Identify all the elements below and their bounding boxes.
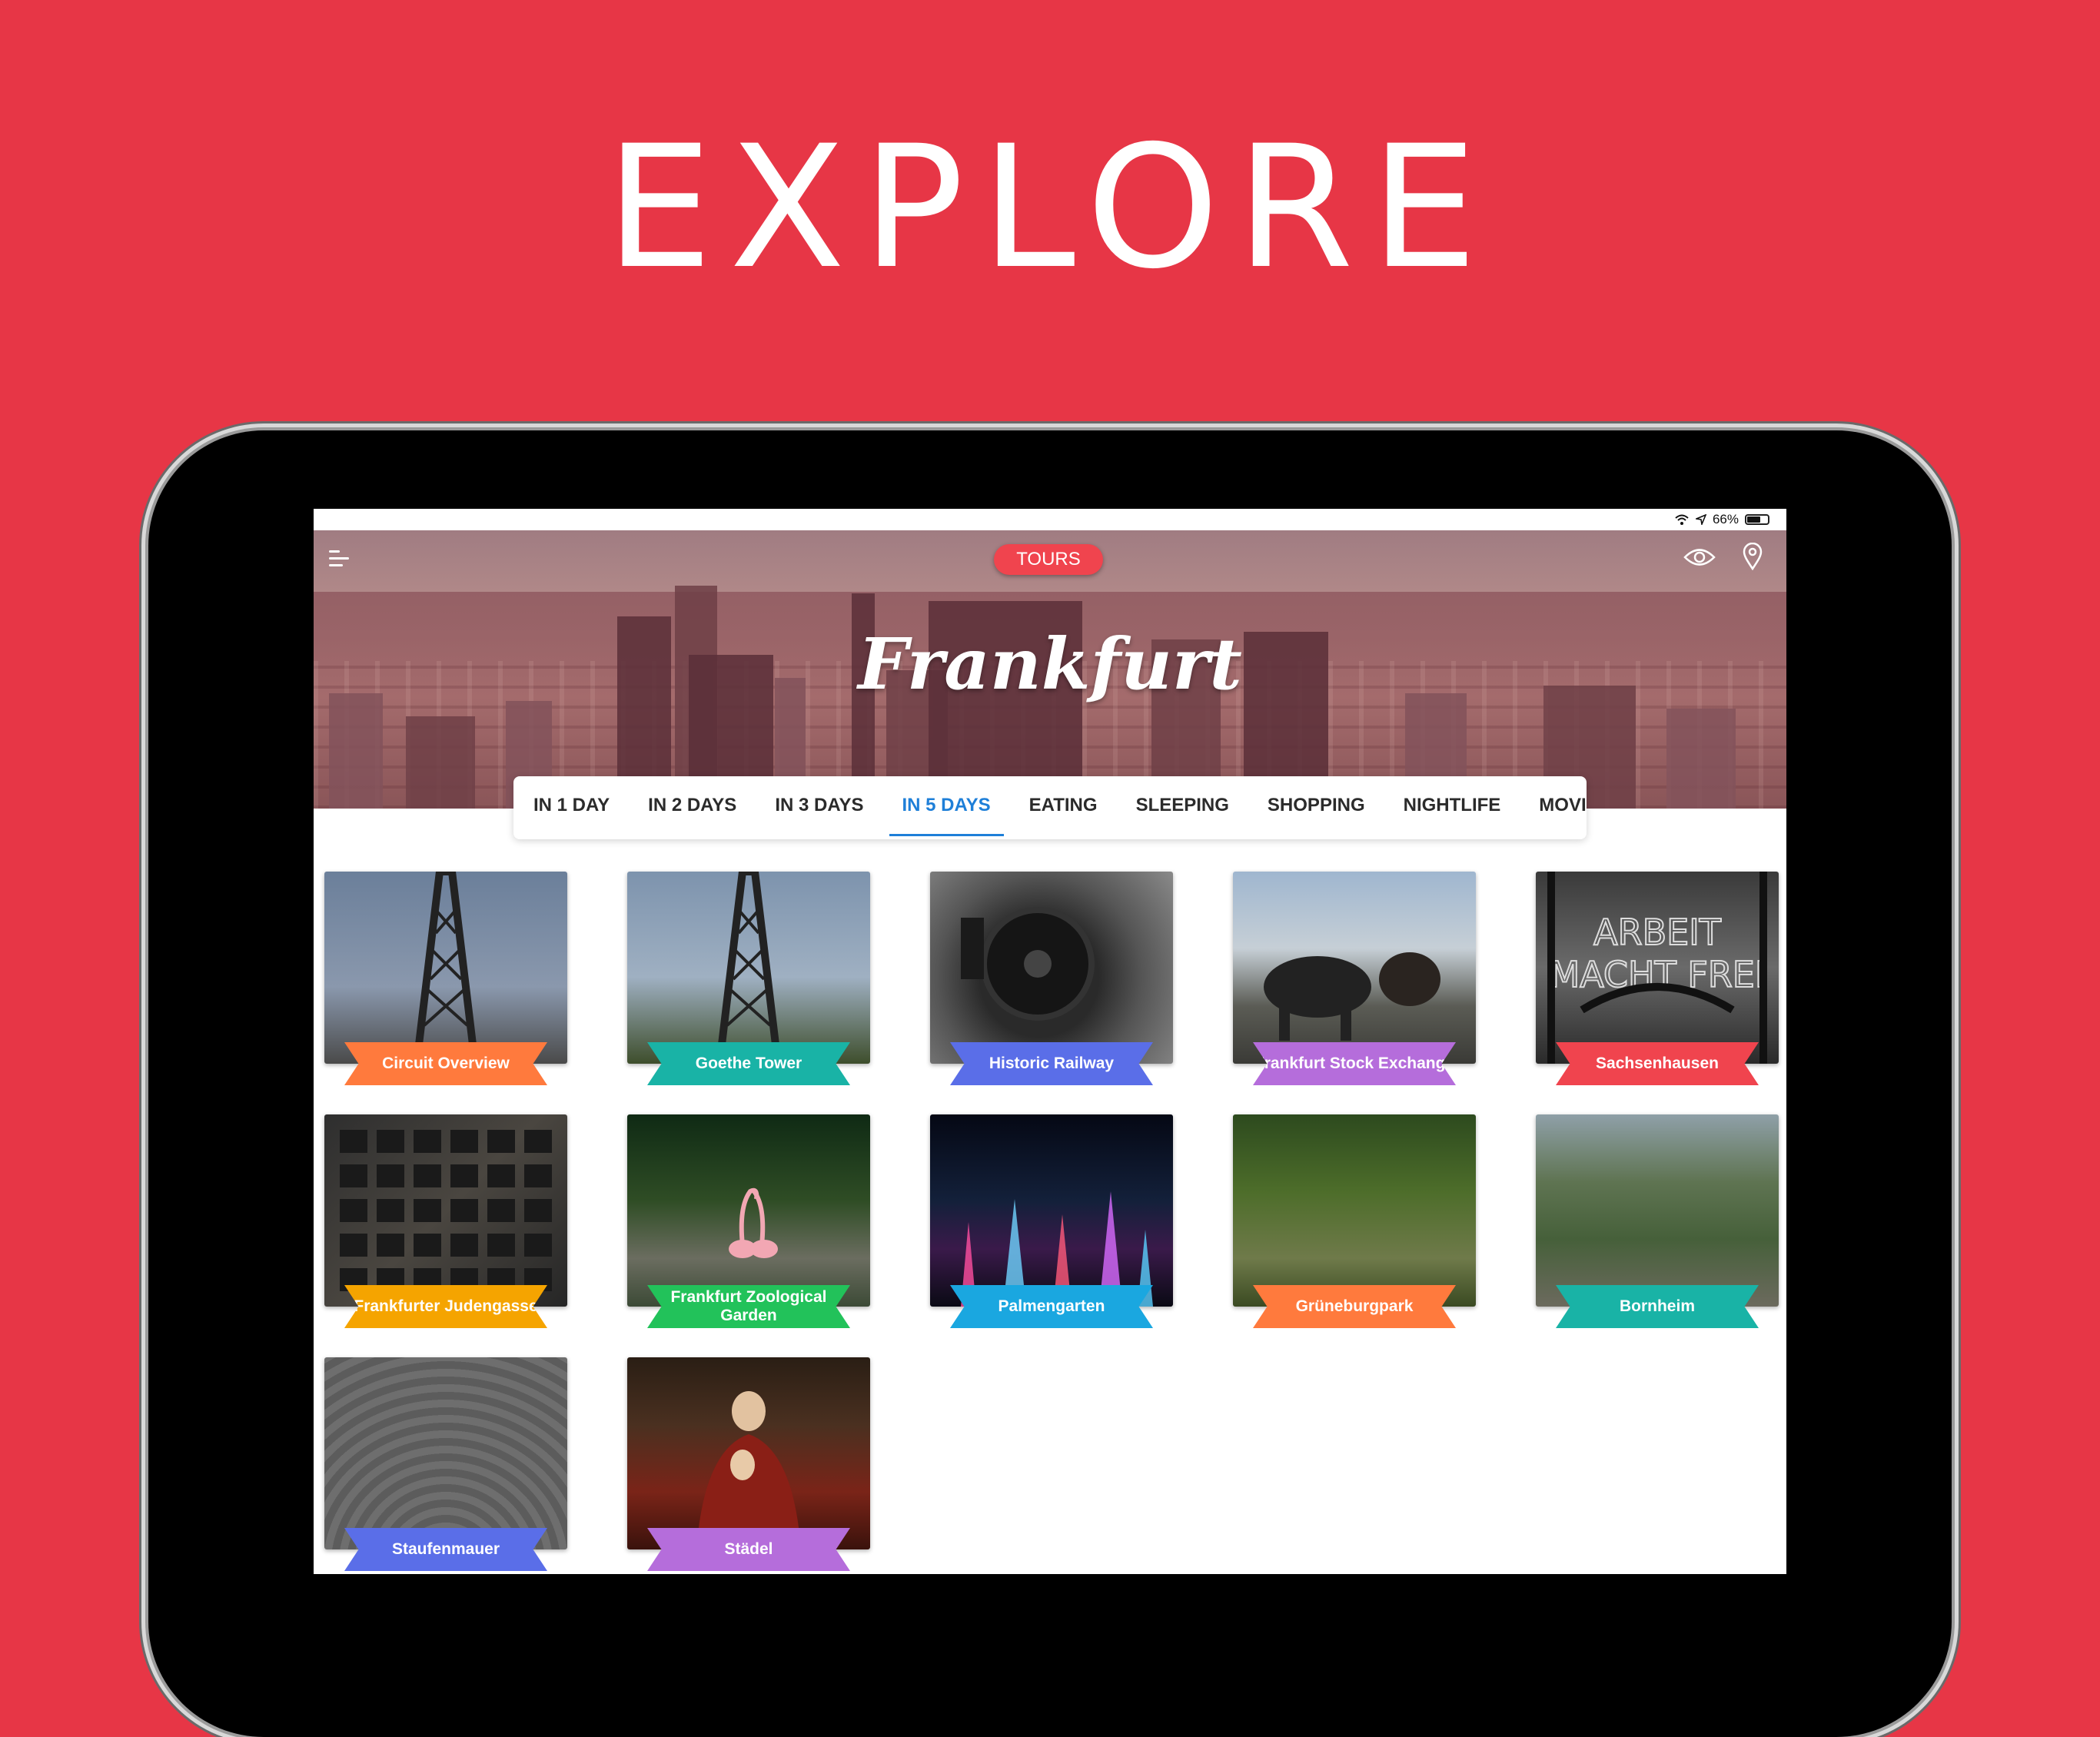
place-label[interactable]: Bornheim [1556,1285,1759,1328]
place-label[interactable]: Goethe Tower [647,1042,850,1085]
battery-percent: 66% [1712,512,1739,526]
app-screen: 66% TOURS Frankfurt IN 1 DAY IN 2 DAYS I… [314,509,1786,1574]
eye-icon[interactable] [1683,547,1716,567]
city-title: Frankfurt [858,623,1242,706]
place-label[interactable]: Frankfurt Zoological Garden [647,1285,850,1328]
place-card[interactable]: Circuit Overview [324,872,567,1085]
place-card[interactable]: Goethe Tower [627,872,870,1085]
place-photo[interactable] [930,872,1173,1064]
place-label[interactable]: Circuit Overview [344,1042,547,1085]
tab-eating[interactable]: EATING [1010,776,1117,839]
place-card[interactable]: Frankfurt Stock Exchange [1233,872,1476,1085]
place-card[interactable]: ARBEIT MACHT FREI Sachsenhausen [1536,872,1779,1085]
tab-in-3-days[interactable]: IN 3 DAYS [756,776,882,839]
status-bar: 66% [314,509,1786,530]
place-photo[interactable] [627,872,870,1064]
place-card[interactable]: Palmengarten [930,1114,1173,1328]
wifi-icon [1675,514,1689,525]
place-photo[interactable] [930,1114,1173,1307]
tours-button[interactable]: TOURS [994,544,1103,575]
tab-in-1-day[interactable]: IN 1 DAY [513,776,629,839]
place-card[interactable]: Frankfurter Judengasse [324,1114,567,1328]
tab-in-2-days[interactable]: IN 2 DAYS [629,776,756,839]
place-card[interactable]: Historic Railway [930,872,1173,1085]
place-label[interactable]: Historic Railway [950,1042,1153,1085]
menu-icon[interactable] [329,549,352,572]
place-card[interactable]: Staufenmauer [324,1357,567,1571]
place-photo[interactable] [627,1357,870,1549]
category-tabs: IN 1 DAY IN 2 DAYS IN 3 DAYS IN 5 DAYS EATIN… [513,776,1587,839]
place-photo[interactable] [324,1357,567,1549]
svg-text:ARBEIT: ARBEIT [1593,912,1722,953]
headline: EXPLORE [605,109,1495,306]
place-label[interactable]: Frankfurter Judengasse [344,1285,547,1328]
city-header: TOURS Frankfurt [314,530,1786,809]
place-card[interactable]: Frankfurt Zoological Garden [627,1114,870,1328]
place-label[interactable]: Palmengarten [950,1285,1153,1328]
tab-shopping[interactable]: SHOPPING [1248,776,1384,839]
place-card[interactable]: Bornheim [1536,1114,1779,1328]
place-photo[interactable] [1536,1114,1779,1307]
tab-sleeping[interactable]: SLEEPING [1117,776,1248,839]
place-label[interactable]: Grüneburgpark [1253,1285,1456,1328]
place-label[interactable]: Frankfurt Stock Exchange [1253,1042,1456,1085]
place-photo[interactable] [1233,872,1476,1064]
tab-in-5-days[interactable]: IN 5 DAYS [883,776,1010,839]
place-label[interactable]: Staufenmauer [344,1528,547,1571]
battery-level [1747,516,1760,523]
place-card[interactable]: Städel [627,1357,870,1571]
place-card[interactable]: Grüneburgpark [1233,1114,1476,1328]
tab-nightlife[interactable]: NIGHTLIFE [1384,776,1520,839]
place-photo[interactable] [1233,1114,1476,1307]
map-pin-icon[interactable] [1742,543,1763,570]
tab-moving-around[interactable]: MOVING AROUND [1520,776,1587,839]
place-photo[interactable] [324,872,567,1064]
place-label[interactable]: Städel [647,1528,850,1571]
place-photo[interactable] [627,1114,870,1307]
place-photo[interactable] [324,1114,567,1307]
place-label[interactable]: Sachsenhausen [1556,1042,1759,1085]
location-arrow-icon [1695,514,1706,525]
place-photo[interactable]: ARBEIT MACHT FREI [1536,872,1779,1064]
battery-icon [1745,514,1769,525]
